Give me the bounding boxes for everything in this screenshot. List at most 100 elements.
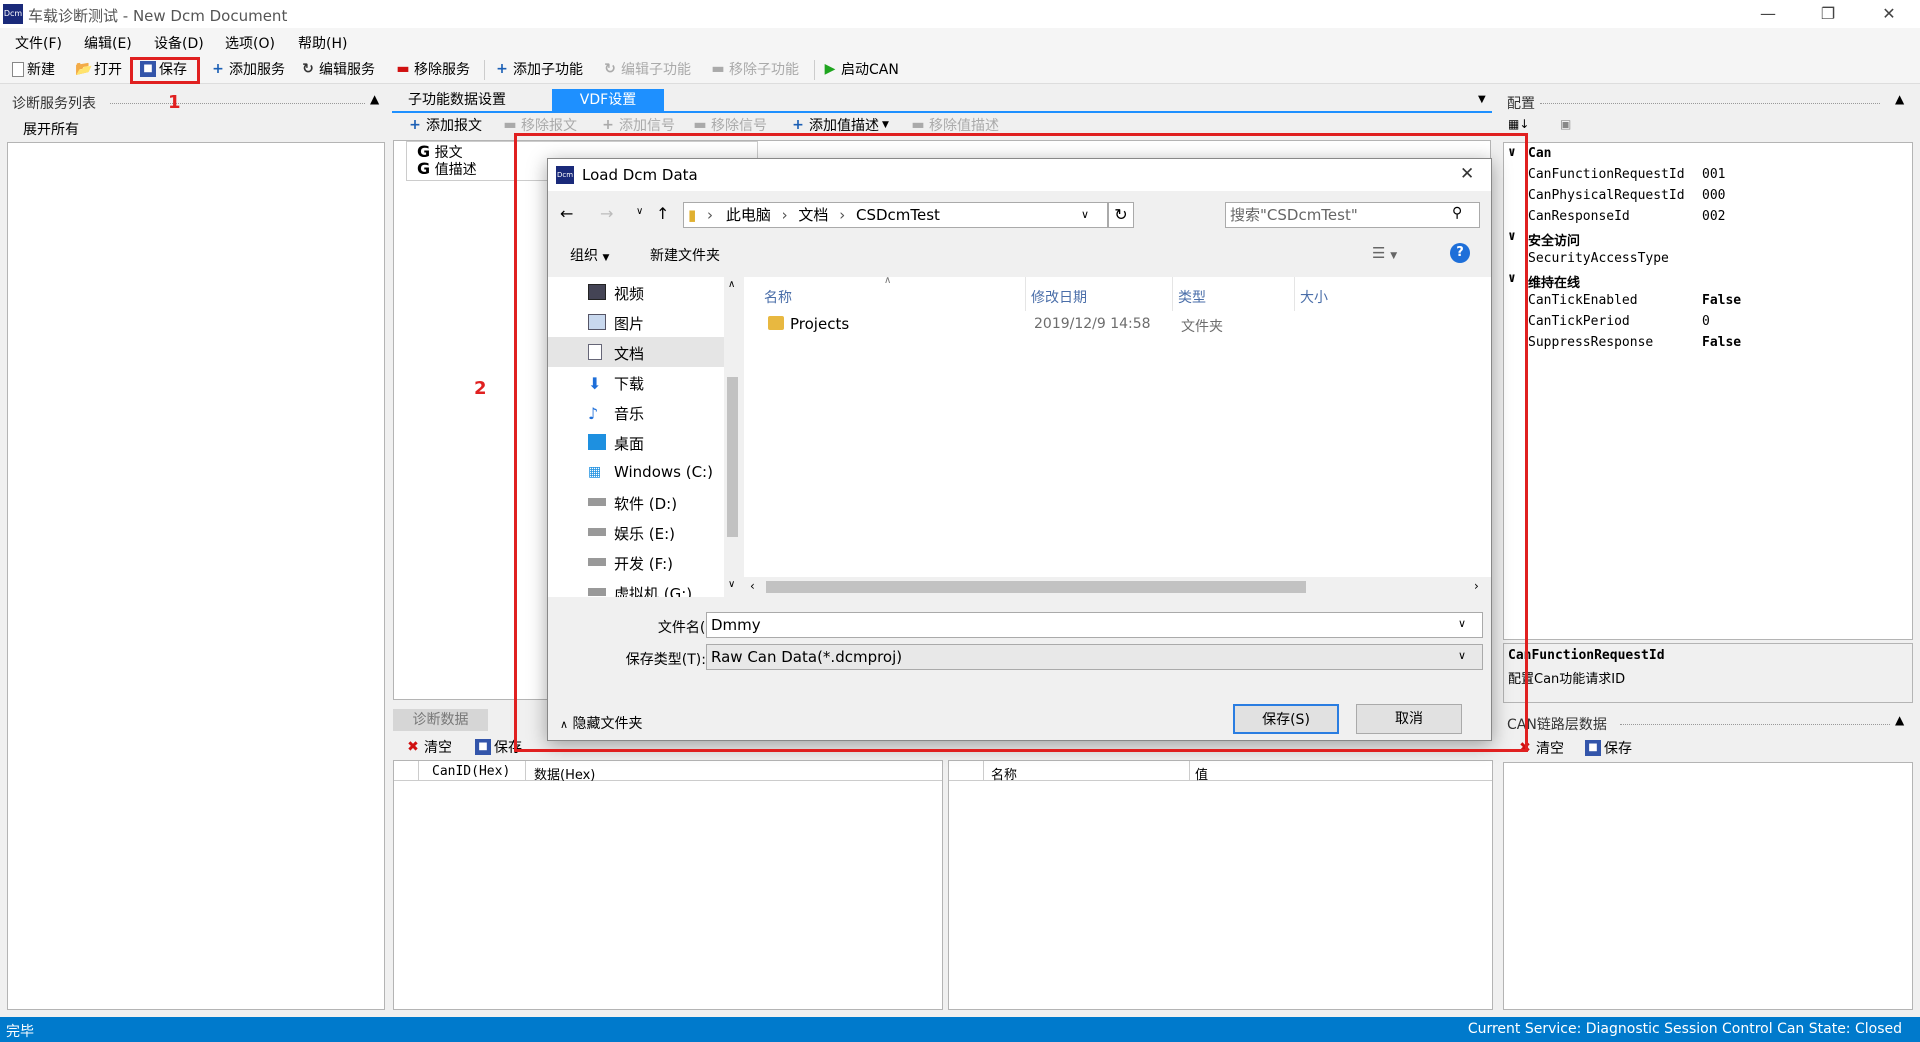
plus-icon: +	[496, 61, 508, 77]
minus-icon: ▬	[693, 117, 707, 133]
remove-service-button[interactable]: ▬ 移除服务	[395, 59, 470, 79]
start-can-button[interactable]: ▶ 启动CAN	[822, 59, 899, 79]
restore-button[interactable]: ❐	[1805, 2, 1851, 26]
minus-icon: ▬	[911, 117, 925, 133]
remove-value-desc-button[interactable]: ▬ 移除值描述	[910, 115, 999, 135]
add-value-desc-button[interactable]: + 添加值描述 ▼	[790, 115, 889, 135]
edit-subfunction-button[interactable]: ↻ 编辑子功能	[602, 59, 691, 79]
column-divider	[418, 761, 419, 781]
expand-all-button[interactable]: 展开所有	[23, 119, 79, 139]
g-icon: G	[417, 159, 431, 178]
prop-can-response-id[interactable]: CanResponseId 002	[1508, 206, 1900, 227]
annotation-box-2	[514, 133, 1528, 752]
status-bar: 完毕 Current Service: Diagnostic Session C…	[0, 1017, 1920, 1042]
toolbar-separator	[484, 60, 485, 80]
column-divider	[1189, 761, 1190, 781]
prop-can-physical-request-id[interactable]: CanPhysicalRequestId 000	[1508, 185, 1900, 206]
minimize-button[interactable]: —	[1745, 2, 1791, 26]
plus-icon: +	[602, 117, 614, 133]
table-header	[949, 761, 1492, 781]
menu-help[interactable]: 帮助(H)	[298, 33, 347, 53]
category-security-access[interactable]: ∨ 安全访问	[1508, 227, 1900, 249]
property-description: CanFunctionRequestId 配置Can功能请求ID	[1503, 643, 1913, 703]
add-subfunction-button[interactable]: + 添加子功能	[494, 59, 583, 79]
service-list-title: 诊断服务列表	[12, 96, 96, 112]
signal-value-table[interactable]: 名称 值	[948, 760, 1493, 1010]
clear-button[interactable]: ✖ 清空	[405, 737, 452, 757]
remove-message-button[interactable]: ▬ 移除报文	[502, 115, 577, 135]
panel-grip	[110, 103, 365, 104]
add-service-button[interactable]: + 添加服务	[210, 59, 285, 79]
new-button[interactable]: 新建	[12, 59, 55, 79]
prop-can-tick-enabled[interactable]: CanTickEnabled False	[1508, 290, 1900, 311]
pin-icon[interactable]: ▲	[370, 92, 379, 106]
x-icon: ✖	[407, 739, 419, 755]
config-title: 配置	[1507, 96, 1535, 112]
annotation-number-1: 1	[168, 92, 181, 113]
save-disk-icon: ■	[475, 739, 491, 755]
sort-icon[interactable]: ▦↓	[1508, 117, 1529, 131]
annotation-box-1	[130, 57, 200, 84]
remove-signal-button[interactable]: ▬ 移除信号	[692, 115, 767, 135]
menu-device[interactable]: 设备(D)	[154, 33, 204, 53]
add-signal-button[interactable]: + 添加信号	[600, 115, 675, 135]
menu-file[interactable]: 文件(F)	[15, 33, 62, 53]
column-divider	[983, 761, 984, 781]
panel-grip	[1620, 724, 1890, 725]
panel-grip	[1540, 103, 1880, 104]
col-data[interactable]: 数据(Hex)	[534, 764, 595, 783]
col-name[interactable]: 名称	[991, 764, 1017, 783]
play-icon: ▶	[824, 61, 836, 77]
minus-icon: ▬	[711, 61, 725, 77]
tab-diagnostic-data[interactable]: 诊断数据	[393, 709, 488, 731]
remove-subfunction-button[interactable]: ▬ 移除子功能	[710, 59, 799, 79]
save-disk-icon: ■	[1585, 740, 1601, 756]
prop-can-function-request-id[interactable]: CanFunctionRequestId 001	[1508, 164, 1900, 185]
col-value[interactable]: 值	[1195, 764, 1208, 783]
tab-underline	[392, 111, 1492, 113]
minus-icon: ▬	[396, 61, 410, 77]
prop-security-access-type[interactable]: SecurityAccessType	[1508, 248, 1900, 269]
title-bar: Dcm 车载诊断测试 - New Dcm Document — ❐ ✕	[0, 0, 1920, 28]
main-toolbar	[0, 54, 1920, 84]
pin-icon[interactable]: ▲	[1895, 92, 1904, 106]
tree-node-value-desc[interactable]: G 值描述	[417, 159, 477, 179]
col-canid[interactable]: CanID(Hex)	[432, 764, 510, 779]
menu-edit[interactable]: 编辑(E)	[84, 33, 132, 53]
refresh-icon: ↻	[302, 61, 314, 77]
chevron-down-icon: ▼	[882, 120, 889, 130]
column-divider	[525, 761, 526, 781]
edit-service-button[interactable]: ↻ 编辑服务	[300, 59, 375, 79]
chevron-down-icon[interactable]: ▼	[1478, 94, 1486, 105]
status-text: 完毕	[6, 1024, 34, 1040]
new-file-icon	[12, 61, 24, 77]
plus-icon: +	[212, 61, 224, 77]
toolbar-separator	[814, 60, 815, 80]
plus-icon: +	[409, 117, 421, 133]
can-data-table[interactable]: CanID(Hex) 数据(Hex)	[393, 760, 943, 1010]
status-service-state: Current Service: Diagnostic Session Cont…	[1467, 1021, 1902, 1037]
window-title: 车载诊断测试 - New Dcm Document	[28, 7, 288, 25]
can-link-data-area[interactable]	[1503, 762, 1913, 1010]
open-button[interactable]: 📂 打开	[75, 59, 122, 79]
tab-vdf-settings[interactable]: VDF设置	[552, 89, 664, 111]
menu-options[interactable]: 选项(O)	[225, 33, 275, 53]
prop-can-tick-period[interactable]: CanTickPeriod 0	[1508, 311, 1900, 332]
can-save-button[interactable]: ■ 保存	[1585, 738, 1632, 758]
category-can[interactable]: ∨ Can	[1508, 143, 1900, 164]
menu-bar: 文件(F) 编辑(E) 设备(D) 选项(O) 帮助(H)	[0, 28, 1920, 54]
plus-icon: +	[792, 117, 804, 133]
refresh-icon: ↻	[604, 61, 616, 77]
prop-suppress-response[interactable]: SuppressResponse False	[1508, 332, 1900, 353]
app-icon: Dcm	[3, 4, 23, 24]
annotation-number-2: 2	[474, 378, 487, 399]
tab-subfunction-data[interactable]: 子功能数据设置	[392, 89, 522, 111]
pin-icon[interactable]: ▲	[1895, 713, 1904, 727]
open-folder-icon: 📂	[75, 61, 93, 77]
service-tree[interactable]	[7, 142, 385, 1010]
minus-icon: ▬	[503, 117, 517, 133]
category-keep-alive[interactable]: ∨ 维持在线	[1508, 269, 1900, 291]
close-button[interactable]: ✕	[1866, 2, 1912, 26]
add-message-button[interactable]: + 添加报文	[407, 115, 482, 135]
property-pages-icon[interactable]: ▣	[1560, 117, 1571, 131]
